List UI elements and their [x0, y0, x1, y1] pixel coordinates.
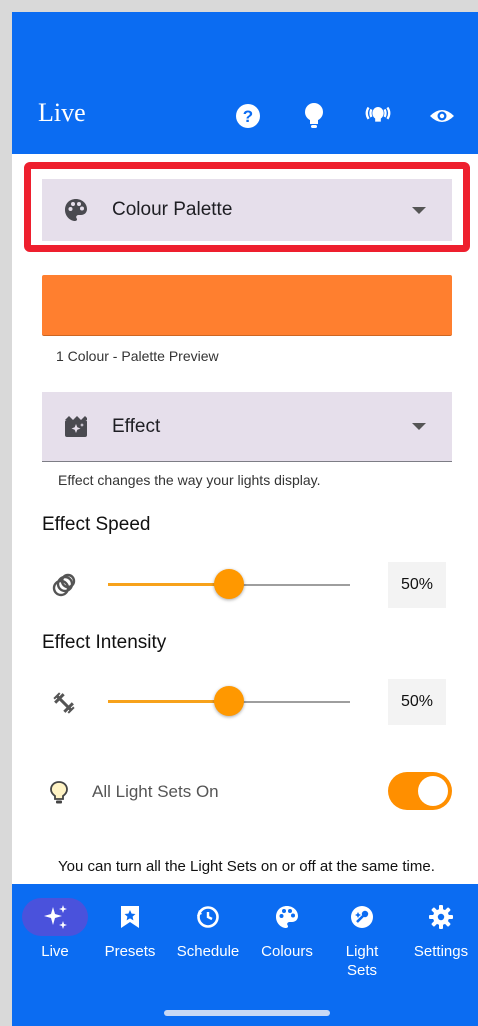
effect-intensity-value[interactable]: 50%: [388, 679, 446, 725]
broadcast-bulb-icon[interactable]: [362, 100, 394, 132]
light-sets-icon: [329, 898, 395, 936]
device-frame: Live ? Colour Palette 1 Colour - Palette…: [0, 0, 478, 1026]
all-light-sets-row: All Light Sets On: [42, 772, 452, 812]
all-light-sets-label: All Light Sets On: [92, 782, 219, 801]
palette-icon: [62, 196, 90, 224]
chevron-down-icon: [412, 206, 426, 214]
effect-dropdown[interactable]: Effect: [42, 392, 452, 462]
effect-intensity-slider[interactable]: [108, 686, 350, 716]
nav-item-colours[interactable]: Colours: [254, 898, 320, 961]
page-title: Live: [38, 98, 86, 127]
effect-speed-slider-row: 50%: [42, 562, 452, 608]
palette-icon: [254, 898, 320, 936]
nav-label-presets: Presets: [104, 943, 156, 960]
speed-icon: [50, 572, 78, 600]
effect-intensity-slider-row: 50%: [42, 679, 452, 725]
palette-preview-caption: 1 Colour - Palette Preview: [56, 348, 219, 364]
nav-item-schedule[interactable]: Schedule: [170, 898, 246, 961]
effect-helper-text: Effect changes the way your lights displ…: [58, 472, 321, 488]
effect-speed-thumb[interactable]: [214, 569, 244, 599]
effect-speed-value[interactable]: 50%: [388, 562, 446, 608]
help-icon[interactable]: ?: [232, 100, 264, 132]
lightbulb-icon: [48, 780, 70, 806]
effect-speed-fill: [108, 583, 229, 586]
nav-label-live: Live: [41, 943, 69, 960]
dumbbell-icon: [50, 689, 78, 717]
app-screen: Live ? Colour Palette 1 Colour - Palette…: [12, 12, 478, 1026]
chevron-down-icon: [412, 423, 426, 430]
palette-preview-swatch: [42, 275, 452, 336]
nav-item-settings[interactable]: Settings: [406, 898, 476, 961]
effect-intensity-title: Effect Intensity: [42, 632, 167, 653]
colour-palette-dropdown[interactable]: Colour Palette: [42, 179, 452, 241]
nav-label-light-sets: Light Sets: [345, 943, 379, 979]
nav-item-light-sets[interactable]: Light Sets: [330, 898, 394, 980]
all-light-sets-toggle[interactable]: [388, 772, 452, 810]
bulb-icon[interactable]: [298, 100, 330, 132]
effect-speed-slider[interactable]: [108, 569, 350, 599]
effect-label: Effect: [112, 415, 161, 437]
effect-icon: [62, 413, 90, 441]
effect-intensity-thumb[interactable]: [214, 686, 244, 716]
sparkle-icon: [22, 898, 88, 936]
nav-label-colours: Colours: [261, 943, 313, 960]
nav-item-live[interactable]: Live: [22, 898, 88, 961]
gear-icon: [408, 898, 474, 936]
bookmark-star-icon: [97, 898, 163, 936]
effect-speed-title: Effect Speed: [42, 514, 151, 535]
toggle-knob: [418, 776, 448, 806]
colour-palette-label: Colour Palette: [112, 199, 233, 220]
svg-text:?: ?: [243, 107, 253, 126]
effect-intensity-fill: [108, 700, 229, 703]
nav-label-schedule: Schedule: [176, 943, 240, 960]
schedule-icon: [175, 898, 241, 936]
eye-icon[interactable]: [426, 100, 458, 132]
nav-item-presets[interactable]: Presets: [98, 898, 162, 961]
top-app-bar: Live ?: [12, 12, 478, 154]
bottom-navigation: Live Presets Schedule Colours Light Sets…: [12, 884, 478, 1026]
home-indicator: [164, 1010, 330, 1016]
nav-label-settings: Settings: [413, 943, 469, 960]
